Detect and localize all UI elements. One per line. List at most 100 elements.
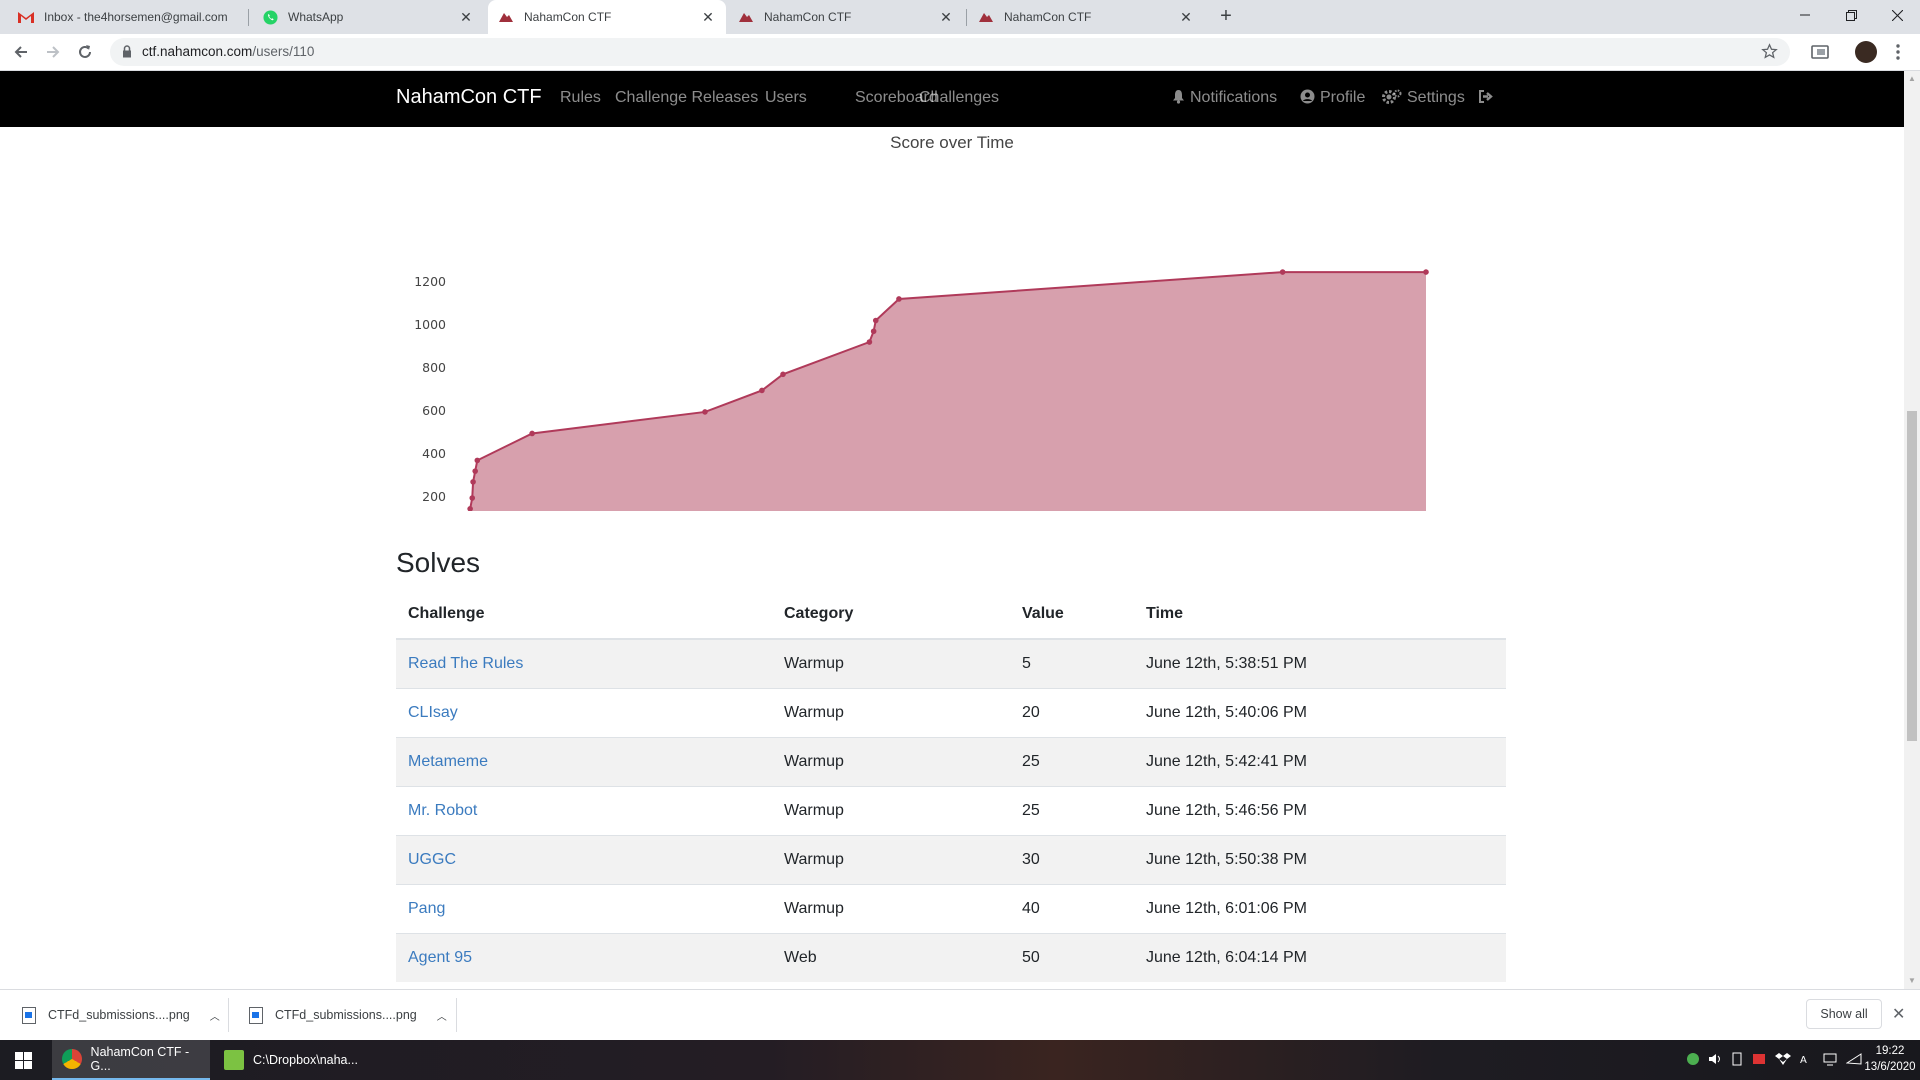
cast-icon[interactable] (1808, 40, 1832, 64)
column-header-value[interactable]: Value (1010, 590, 1134, 640)
table-row: Metameme Warmup 25 June 12th, 5:42:41 PM (396, 737, 1506, 787)
tab-title: NahamCon CTF (764, 10, 852, 24)
display-icon[interactable] (1823, 1052, 1837, 1069)
scroll-down-arrow-icon[interactable]: ▼ (1908, 977, 1916, 985)
start-button[interactable] (0, 1040, 46, 1080)
new-tab-button[interactable]: + (1214, 5, 1238, 29)
y-tick-label: 1200 (414, 274, 446, 289)
close-window-button[interactable] (1874, 0, 1920, 30)
taskbar-clock[interactable]: 19:22 13/6/2020 (1862, 1043, 1918, 1075)
value-cell: 5 (1010, 638, 1134, 689)
tab-whatsapp[interactable]: WhatsApp ✕ (252, 0, 484, 34)
url-path: /users/110 (252, 44, 315, 59)
taskbar-app-label: C:\Dropbox\naha... (253, 1053, 358, 1067)
time-cell: June 12th, 5:40:06 PM (1134, 688, 1506, 738)
table-row: Read The Rules Warmup 5 June 12th, 5:38:… (396, 638, 1506, 689)
close-icon[interactable]: ✕ (700, 9, 716, 25)
challenge-link[interactable]: UGGC (408, 851, 456, 868)
chevron-up-icon[interactable]: ︿ (210, 1008, 220, 1023)
score-point (702, 409, 708, 415)
forward-button[interactable] (41, 40, 65, 64)
gmail-icon (18, 9, 34, 25)
score-point (780, 371, 786, 378)
value-cell: 40 (1010, 884, 1134, 934)
whatsapp-icon (262, 9, 278, 25)
tab-nahamcon-2[interactable]: NahamCon CTF ✕ (728, 0, 964, 34)
value-cell: 25 (1010, 786, 1134, 836)
reload-button[interactable] (73, 40, 97, 64)
windows-taskbar: NahamCon CTF - G... C:\Dropbox\naha... A… (0, 1040, 1920, 1080)
wifi-icon[interactable] (1845, 1052, 1862, 1069)
scroll-up-arrow-icon[interactable]: ▲ (1908, 75, 1916, 83)
score-point (470, 479, 476, 485)
back-button[interactable] (9, 40, 33, 64)
bookmark-star-icon[interactable] (1761, 43, 1778, 65)
score-point (866, 339, 873, 345)
taskbar-app-notepad[interactable]: C:\Dropbox\naha... (214, 1040, 368, 1080)
challenge-link[interactable]: CLIsay (408, 704, 458, 721)
ctfd-icon (498, 9, 514, 25)
download-filename: CTFd_submissions....png (275, 1008, 417, 1022)
download-filename: CTFd_submissions....png (48, 1008, 190, 1022)
image-file-icon (249, 1006, 263, 1024)
column-header-time[interactable]: Time (1134, 590, 1506, 640)
tab-nahamcon-3[interactable]: NahamCon CTF ✕ (968, 0, 1204, 34)
category-cell: Warmup (772, 737, 1010, 787)
dropbox-icon[interactable] (1775, 1052, 1791, 1069)
challenge-link[interactable]: Pang (408, 900, 445, 917)
time-cell: June 12th, 5:50:38 PM (1134, 835, 1506, 885)
solves-table: Challenge Category Value Time Read The R… (396, 590, 1506, 982)
app-tray-icon[interactable] (1686, 1052, 1700, 1069)
usb-device-icon[interactable] (1731, 1052, 1743, 1069)
tab-separator (966, 9, 967, 26)
close-icon[interactable]: ✕ (458, 9, 474, 25)
scrollbar-thumb[interactable] (1907, 411, 1917, 741)
close-icon[interactable]: ✕ (1892, 1004, 1905, 1024)
minimize-button[interactable] (1782, 0, 1828, 30)
tab-gmail[interactable]: Inbox - the4horsemen@gmail.com (8, 0, 246, 34)
table-row: Pang Warmup 40 June 12th, 6:01:06 PM (396, 884, 1506, 934)
score-point (1279, 269, 1286, 275)
close-icon[interactable]: ✕ (938, 9, 954, 25)
browser-tab-strip: Inbox - the4horsemen@gmail.com WhatsApp … (0, 0, 1920, 34)
challenge-link[interactable]: Mr. Robot (408, 802, 477, 819)
category-cell: Warmup (772, 786, 1010, 836)
chrome-menu-button[interactable] (1886, 40, 1910, 64)
challenge-link[interactable]: Read The Rules (408, 655, 523, 672)
column-header-challenge[interactable]: Challenge (396, 590, 772, 640)
column-header-category[interactable]: Category (772, 590, 1010, 640)
category-cell: Warmup (772, 638, 1010, 689)
security-icon[interactable] (1752, 1052, 1766, 1069)
table-header-row: Challenge Category Value Time (396, 590, 1506, 640)
clock-date: 13/6/2020 (1864, 1061, 1916, 1073)
score-point (870, 328, 877, 335)
forward-arrow-icon (47, 46, 60, 58)
challenge-link[interactable]: Metameme (408, 753, 488, 770)
page-viewport: NahamCon CTF Rules Challenge Releases Us… (0, 71, 1904, 989)
score-point (469, 495, 476, 501)
profile-avatar[interactable] (1854, 40, 1878, 64)
clock-time: 19:22 (1875, 1045, 1905, 1057)
close-icon[interactable]: ✕ (1178, 9, 1194, 25)
address-bar[interactable]: ctf.nahamcon.com/users/110 (110, 38, 1790, 66)
speaker-icon[interactable] (1708, 1052, 1722, 1069)
time-cell: June 12th, 5:42:41 PM (1134, 737, 1506, 787)
table-row: CLIsay Warmup 20 June 12th, 5:40:06 PM (396, 688, 1506, 738)
download-item[interactable]: CTFd_submissions....png ︿ (249, 1000, 447, 1030)
score-point (529, 430, 535, 437)
challenge-link[interactable]: Agent 95 (408, 949, 472, 966)
page-scrollbar[interactable]: ▲ ▼ (1904, 71, 1920, 989)
chevron-up-icon[interactable]: ︿ (437, 1008, 447, 1023)
downloads-shelf: CTFd_submissions....png ︿ CTFd_submissio… (0, 989, 1920, 1040)
language-icon[interactable]: A (1800, 1052, 1814, 1069)
show-all-downloads-button[interactable]: Show all (1806, 999, 1882, 1029)
restore-button[interactable] (1828, 0, 1874, 30)
score-point (1423, 269, 1429, 275)
image-file-icon (22, 1006, 36, 1024)
value-cell: 50 (1010, 933, 1134, 982)
time-cell: June 12th, 5:38:51 PM (1134, 638, 1506, 689)
score-area-fill (469, 272, 1426, 511)
tab-nahamcon-active[interactable]: NahamCon CTF ✕ (488, 0, 726, 34)
taskbar-app-chrome[interactable]: NahamCon CTF - G... (52, 1040, 210, 1080)
download-item[interactable]: CTFd_submissions....png ︿ (22, 1000, 220, 1030)
